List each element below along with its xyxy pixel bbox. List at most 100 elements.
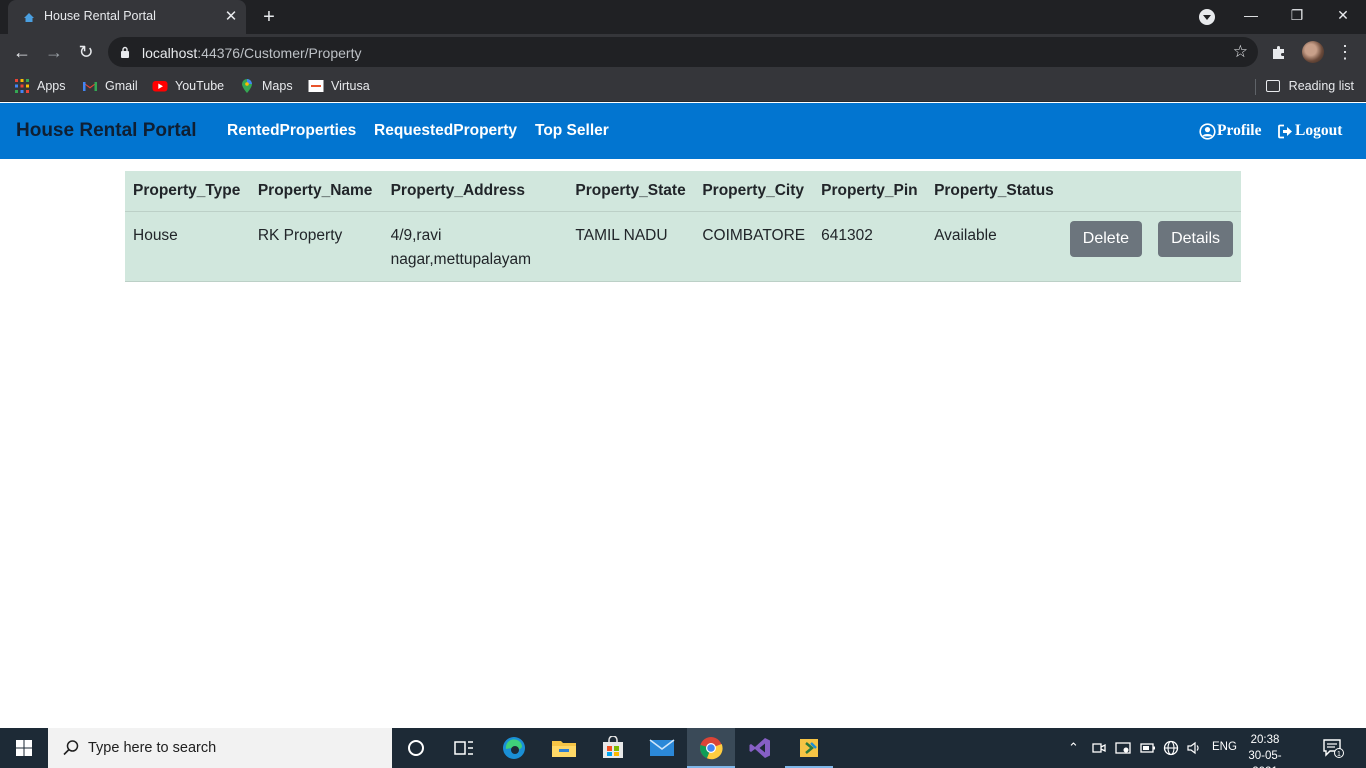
bookmark-label: Apps	[37, 79, 66, 93]
visual-studio-code-icon[interactable]	[785, 728, 833, 768]
cell-delete-action: Delete	[1061, 211, 1151, 282]
reading-list-button[interactable]: Reading list	[1265, 76, 1354, 96]
browser-tab-strip: House Rental Portal ✕ + — ❐ ✕	[0, 0, 1366, 34]
chrome-taskbar-icon[interactable]	[687, 728, 735, 768]
bookmark-maps[interactable]: Maps	[239, 76, 293, 96]
bookmark-label: YouTube	[175, 79, 225, 93]
apps-grid-icon	[15, 79, 29, 93]
cell-property-state: TAMIL NADU	[567, 211, 695, 282]
file-explorer-icon[interactable]	[540, 728, 588, 768]
action-center-icon[interactable]: 1	[1322, 738, 1344, 758]
microsoft-store-icon[interactable]	[589, 728, 637, 768]
youtube-icon	[152, 81, 168, 92]
browser-toolbar: ← → ↻ localhost:44376/Customer/Property …	[0, 34, 1366, 70]
network-drive-icon[interactable]	[1115, 741, 1131, 755]
cell-details-action: Details	[1150, 211, 1241, 282]
clock-time: 20:38	[1250, 734, 1280, 746]
show-hidden-icons-chevron-icon[interactable]: ⌃	[1068, 740, 1079, 756]
bookmark-star-icon[interactable]: ☆	[1233, 42, 1248, 62]
battery-icon[interactable]	[1140, 742, 1156, 754]
profile-label: Profile	[1217, 122, 1262, 139]
edge-browser-icon[interactable]	[490, 728, 538, 768]
delete-button[interactable]: Delete	[1069, 221, 1143, 257]
property-table-container: Property_Type Property_Name Property_Add…	[125, 171, 1241, 282]
tab-close-icon[interactable]: ✕	[222, 8, 240, 26]
extensions-puzzle-icon[interactable]	[1270, 43, 1288, 61]
reading-list-icon	[1265, 80, 1280, 92]
profile-link[interactable]: Profile	[1199, 122, 1261, 140]
network-globe-icon[interactable]	[1163, 740, 1179, 756]
cortana-icon[interactable]	[392, 728, 440, 768]
address-bar[interactable]: localhost:44376/Customer/Property ☆	[108, 37, 1258, 67]
taskbar-search-box[interactable]: Type here to search	[48, 728, 392, 768]
more-menu-icon[interactable]: ⋮	[1336, 40, 1354, 64]
search-placeholder: Type here to search	[88, 740, 217, 756]
new-tab-button[interactable]: +	[258, 6, 280, 28]
windows-start-icon[interactable]	[0, 728, 48, 768]
search-icon	[63, 740, 79, 756]
house-favicon-icon	[24, 13, 34, 22]
url-text: localhost:44376/Customer/Property	[142, 45, 362, 61]
logout-link[interactable]: Logout	[1277, 122, 1342, 140]
tab-search-icon[interactable]	[1199, 9, 1215, 25]
bookmark-label: Maps	[262, 79, 293, 93]
close-window-button[interactable]: ✕	[1320, 0, 1366, 32]
address-line: nagar,mettupalayam	[390, 251, 532, 268]
column-header-actions	[1061, 171, 1151, 212]
cell-property-type: House	[125, 211, 250, 282]
column-header: Property_Type	[125, 171, 250, 212]
address-line: 4/9,ravi	[390, 227, 442, 244]
column-header: Property_Status	[926, 171, 1062, 212]
bookmarks-bar: Apps Gmail YouTube Maps Virtusa Reading	[0, 70, 1366, 102]
back-arrow-icon[interactable]: ←	[10, 40, 34, 64]
gmail-icon	[83, 82, 97, 91]
virtusa-icon	[308, 80, 324, 92]
taskbar-clock[interactable]: 20:38 30-05-2021	[1238, 732, 1292, 768]
user-circle-icon	[1199, 122, 1216, 140]
column-header: Property_State	[567, 171, 695, 212]
reload-icon[interactable]: ↻	[74, 40, 98, 64]
clock-date: 30-05-2021	[1248, 750, 1282, 768]
tab-title: House Rental Portal	[44, 9, 156, 23]
column-header: Property_Pin	[813, 171, 927, 212]
column-header: Property_City	[694, 171, 814, 212]
profile-avatar[interactable]	[1302, 41, 1324, 63]
bookmark-label: Gmail	[105, 79, 138, 93]
details-button[interactable]: Details	[1158, 221, 1233, 257]
lock-icon	[121, 46, 129, 58]
windows-taskbar: Type here to search ⌃ ENG 20:38 30-05-20…	[0, 728, 1366, 768]
restore-button[interactable]: ❐	[1274, 0, 1320, 32]
visual-studio-icon[interactable]	[736, 728, 784, 768]
task-view-icon[interactable]	[440, 728, 488, 768]
cell-property-address: 4/9,ravi nagar,mettupalayam	[382, 211, 568, 282]
browser-tab[interactable]: House Rental Portal ✕	[8, 0, 246, 34]
bookmark-virtusa[interactable]: Virtusa	[308, 76, 370, 96]
table-header-row: Property_Type Property_Name Property_Add…	[125, 171, 1241, 212]
column-header: Property_Address	[382, 171, 568, 212]
nav-link-rented-properties[interactable]: RentedProperties	[227, 122, 356, 140]
bookmark-youtube[interactable]: YouTube	[152, 76, 224, 96]
cell-property-name: RK Property	[249, 211, 383, 282]
bookmarks-divider	[1255, 79, 1256, 95]
mail-icon[interactable]	[638, 728, 686, 768]
bookmark-label: Virtusa	[331, 79, 370, 93]
forward-arrow-icon[interactable]: →	[42, 40, 66, 64]
notification-count: 1	[1337, 751, 1341, 758]
cell-property-status: Available	[926, 211, 1062, 282]
maps-icon	[242, 79, 252, 93]
language-indicator[interactable]: ENG	[1212, 741, 1237, 753]
reading-list-label: Reading list	[1288, 79, 1354, 93]
column-header-actions	[1150, 171, 1241, 212]
minimize-button[interactable]: —	[1228, 0, 1274, 32]
table-row: House RK Property 4/9,ravi nagar,mettupal…	[125, 211, 1241, 282]
nav-link-requested-property[interactable]: RequestedProperty	[374, 122, 517, 140]
bookmark-apps[interactable]: Apps	[14, 76, 66, 96]
volume-icon[interactable]	[1186, 741, 1202, 755]
bookmark-gmail[interactable]: Gmail	[82, 76, 138, 96]
column-header: Property_Name	[249, 171, 383, 212]
cell-property-pin: 641302	[813, 211, 927, 282]
navbar-brand[interactable]: House Rental Portal	[16, 120, 197, 142]
meet-now-icon[interactable]	[1092, 741, 1106, 755]
nav-link-top-seller[interactable]: Top Seller	[535, 122, 609, 140]
property-table: Property_Type Property_Name Property_Add…	[125, 171, 1241, 282]
